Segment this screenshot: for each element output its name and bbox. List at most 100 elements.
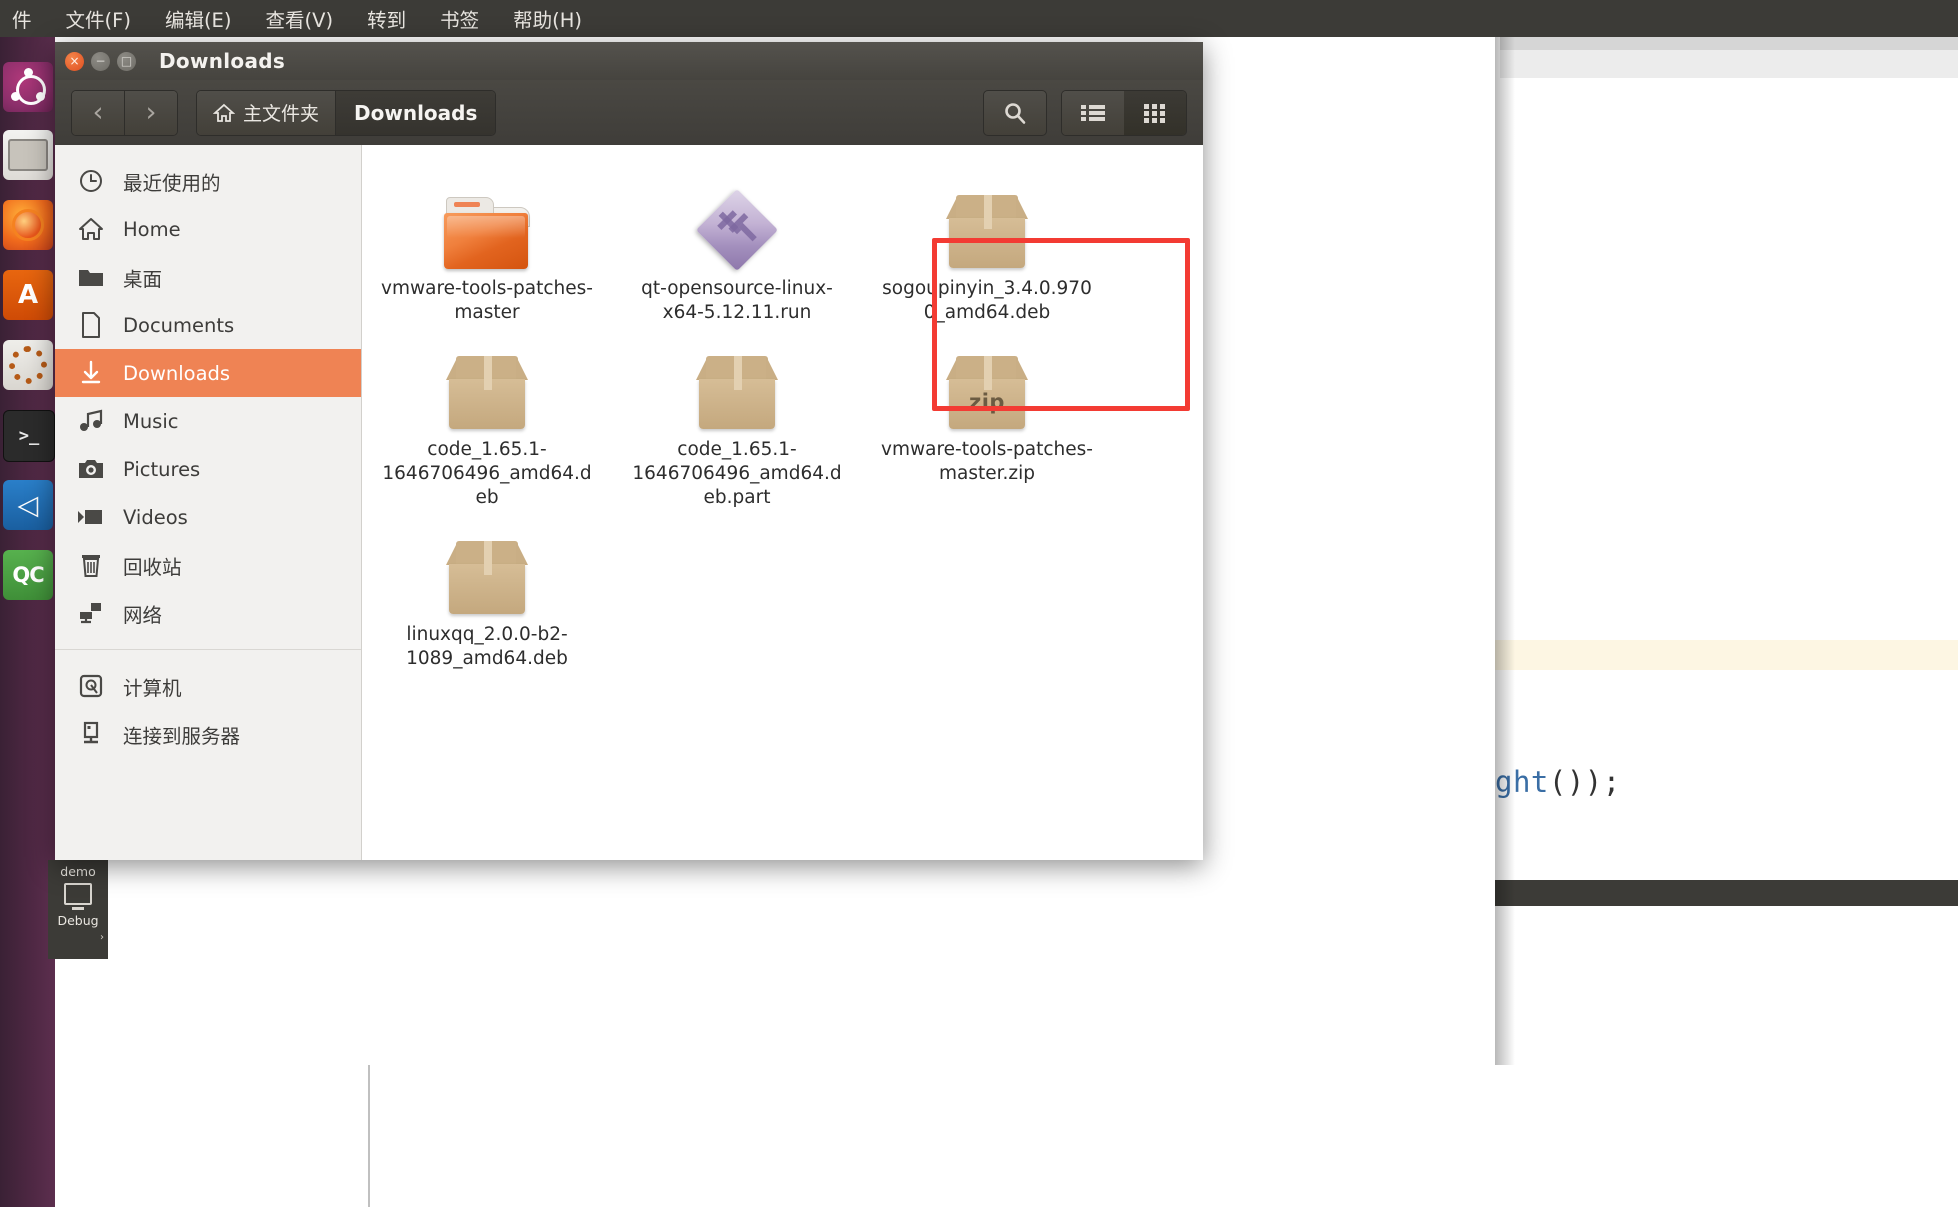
list-view-button[interactable] — [1062, 90, 1124, 135]
sidebar-item-computer[interactable]: 计算机 — [55, 662, 361, 710]
minimize-glyph: − — [95, 54, 106, 68]
list-view-icon — [1081, 104, 1105, 121]
window-body: 最近使用的 Home 桌面 Documents Downloads Music … — [55, 145, 1203, 860]
package-icon — [441, 523, 533, 615]
sidebar-label: Downloads — [123, 361, 231, 385]
sidebar-item-documents[interactable]: Documents — [55, 301, 361, 349]
menu-edit[interactable]: 编辑(E) — [159, 2, 238, 35]
editor-code-punctuation: ()); — [1548, 765, 1621, 799]
vscode-glyph: ◁ — [17, 489, 39, 521]
terminal-icon[interactable]: >_ — [3, 410, 55, 462]
file-item-zip[interactable]: zip vmware-tools-patches-master.zip — [862, 324, 1112, 509]
executable-icon — [691, 177, 783, 272]
file-name: linuxqq_2.0.0-b2-1089_amd64.deb — [406, 624, 568, 670]
file-item-deb[interactable]: code_1.65.1-1646706496_amd64.deb — [362, 324, 612, 509]
sidebar-item-recent[interactable]: 最近使用的 — [55, 157, 361, 205]
sidebar-divider — [55, 649, 361, 650]
sidebar-item-pictures[interactable]: Pictures — [55, 445, 361, 493]
file-name: code_1.65.1-1646706496_amd64.deb.part — [632, 439, 842, 508]
file-item-deb[interactable]: linuxqq_2.0.0-b2-1089_amd64.deb — [362, 509, 612, 670]
document-icon — [77, 311, 105, 339]
file-item-deb-part[interactable]: code_1.65.1-1646706496_amd64.deb.part — [612, 324, 862, 509]
debug-target-tile[interactable]: demo Debug › — [48, 860, 108, 959]
download-arrow-icon — [77, 359, 105, 387]
file-row: code_1.65.1-1646706496_amd64.deb code_1.… — [362, 324, 1203, 509]
file-row: linuxqq_2.0.0-b2-1089_amd64.deb — [362, 509, 1203, 670]
close-icon[interactable]: × — [65, 51, 84, 71]
debug-label: Debug — [57, 913, 99, 928]
camera-icon — [77, 455, 105, 483]
sidebar-item-connect-server[interactable]: 连接到服务器 — [55, 710, 361, 758]
home-icon — [77, 215, 105, 243]
grid-view-icon — [1144, 103, 1165, 123]
file-manager-window: × − □ Downloads ‹ › 主文件夹 Downloads 最近使用的… — [55, 42, 1203, 860]
sidebar-item-videos[interactable]: Videos — [55, 493, 361, 541]
file-item-folder[interactable]: vmware-tools-patches-master — [362, 163, 612, 324]
debug-target-name: demo — [60, 864, 96, 879]
forward-button[interactable]: › — [124, 90, 177, 135]
sidebar-item-downloads[interactable]: Downloads — [55, 349, 361, 397]
sidebar-item-desktop[interactable]: 桌面 — [55, 253, 361, 301]
sidebar-label: 回收站 — [123, 555, 182, 579]
editor-highlighted-line — [1495, 640, 1958, 670]
package-icon — [691, 338, 783, 430]
monitor-stand-icon — [72, 907, 84, 910]
qtcreator-icon[interactable]: QC — [3, 550, 53, 600]
breadcrumb-home[interactable]: 主文件夹 — [197, 90, 336, 135]
search-button[interactable] — [983, 89, 1047, 136]
sidebar-item-home[interactable]: Home — [55, 205, 361, 253]
file-row: vmware-tools-patches-master qt-opensourc… — [362, 163, 1203, 324]
sidebar-label: 网络 — [123, 603, 163, 627]
file-item-run[interactable]: qt-opensource-linux-x64-5.12.11.run — [612, 163, 862, 324]
menu-item-0[interactable]: 件 — [6, 2, 38, 35]
settings-icon[interactable] — [3, 340, 53, 390]
menu-view[interactable]: 查看(V) — [260, 2, 340, 35]
maximize-icon[interactable]: □ — [117, 51, 136, 71]
qtcreator-glyph: QC — [12, 563, 44, 587]
breadcrumb-current[interactable]: Downloads — [335, 90, 496, 135]
minimize-icon[interactable]: − — [91, 51, 110, 71]
monitor-icon — [64, 883, 92, 905]
folder-icon — [441, 177, 533, 269]
window-title: Downloads — [159, 49, 286, 73]
grid-view-button[interactable] — [1124, 90, 1186, 135]
amazon-letter: A — [17, 280, 39, 310]
sidebar-item-music[interactable]: Music — [55, 397, 361, 445]
toolbar-right-group — [983, 89, 1187, 136]
menu-go[interactable]: 转到 — [361, 2, 412, 35]
sidebar-item-trash[interactable]: 回收站 — [55, 541, 361, 589]
menu-file[interactable]: 文件(F) — [60, 2, 137, 35]
desktop-lower-divider — [368, 1065, 370, 1207]
amazon-icon[interactable]: A — [3, 270, 53, 320]
sidebar-label: Pictures — [123, 457, 201, 481]
sidebar: 最近使用的 Home 桌面 Documents Downloads Music … — [55, 145, 362, 860]
view-mode-group — [1061, 89, 1187, 136]
archive-icon: zip — [941, 338, 1033, 430]
sidebar-item-network[interactable]: 网络 — [55, 589, 361, 637]
sidebar-label: 桌面 — [123, 267, 163, 291]
sidebar-label: 计算机 — [123, 676, 182, 700]
file-name: qt-opensource-linux-x64-5.12.11.run — [641, 278, 833, 323]
terminal-prompt: >_ — [18, 426, 40, 446]
sidebar-label: 连接到服务器 — [123, 724, 241, 748]
ubuntu-dash-icon[interactable] — [3, 62, 53, 112]
archive-badge-label: zip — [969, 390, 1005, 415]
editor-tabstrip — [1500, 50, 1958, 78]
navigation-buttons: ‹ › — [71, 89, 178, 136]
files-icon[interactable] — [3, 130, 53, 180]
firefox-icon[interactable] — [3, 200, 53, 250]
window-toolbar: ‹ › 主文件夹 Downloads — [55, 80, 1203, 145]
vscode-icon[interactable]: ◁ — [3, 480, 53, 530]
menu-help[interactable]: 帮助(H) — [507, 2, 588, 35]
menu-bookmarks[interactable]: 书签 — [434, 2, 485, 35]
chevron-right-icon: › — [100, 932, 104, 943]
trash-icon — [77, 551, 105, 579]
sidebar-label: Documents — [123, 313, 235, 337]
harddisk-icon — [77, 672, 105, 700]
breadcrumb-home-label: 主文件夹 — [243, 103, 320, 125]
back-button[interactable]: ‹ — [72, 90, 124, 135]
package-icon — [441, 338, 533, 430]
desktop-top-panel: 件 文件(F) 编辑(E) 查看(V) 转到 书签 帮助(H) — [0, 0, 1958, 37]
file-item-deb[interactable]: sogoupinyin_3.4.0.9700_amd64.deb — [862, 163, 1112, 324]
file-name: sogoupinyin_3.4.0.9700_amd64.deb — [882, 278, 1092, 323]
